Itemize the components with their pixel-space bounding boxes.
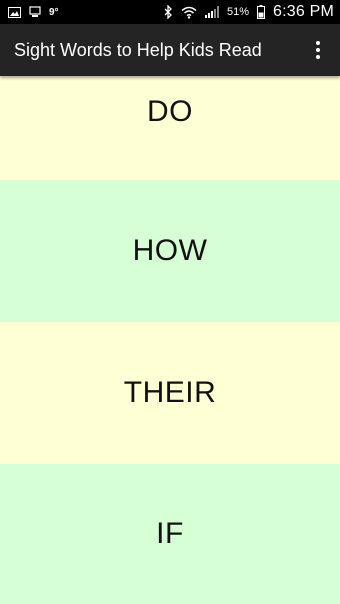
system-status-area: 51% 6:36 PM: [164, 0, 334, 24]
status-bar: 9° 51% 6:36 PM: [0, 0, 340, 24]
overflow-menu-icon: [316, 48, 320, 52]
word-text: THEIR: [123, 376, 217, 409]
signal-icon: [204, 0, 219, 24]
temperature-text: 9°: [49, 6, 59, 18]
overflow-menu-icon: [316, 41, 320, 45]
overflow-menu-button[interactable]: [306, 30, 330, 70]
word-card-their[interactable]: THEIR: [0, 322, 340, 464]
overflow-menu-icon: [316, 55, 320, 59]
clock: 6:36 PM: [273, 3, 334, 20]
image-notification-icon: [8, 0, 21, 24]
word-text: DO: [147, 95, 193, 128]
word-text: IF: [156, 517, 184, 550]
wifi-icon: [181, 0, 197, 24]
download-notification-icon: [29, 0, 41, 24]
bluetooth-icon: [164, 0, 173, 24]
word-card-if[interactable]: IF: [0, 464, 340, 604]
notification-area: 9°: [8, 0, 59, 24]
word-card-how[interactable]: HOW: [0, 180, 340, 322]
battery-icon: [257, 0, 265, 24]
word-list[interactable]: DO HOW THEIR IF: [0, 76, 340, 604]
word-card-do[interactable]: DO: [0, 76, 340, 180]
word-text: HOW: [132, 234, 208, 267]
action-bar: Sight Words to Help Kids Read: [0, 24, 340, 76]
app-title: Sight Words to Help Kids Read: [14, 39, 262, 60]
battery-percent: 51%: [226, 6, 249, 18]
